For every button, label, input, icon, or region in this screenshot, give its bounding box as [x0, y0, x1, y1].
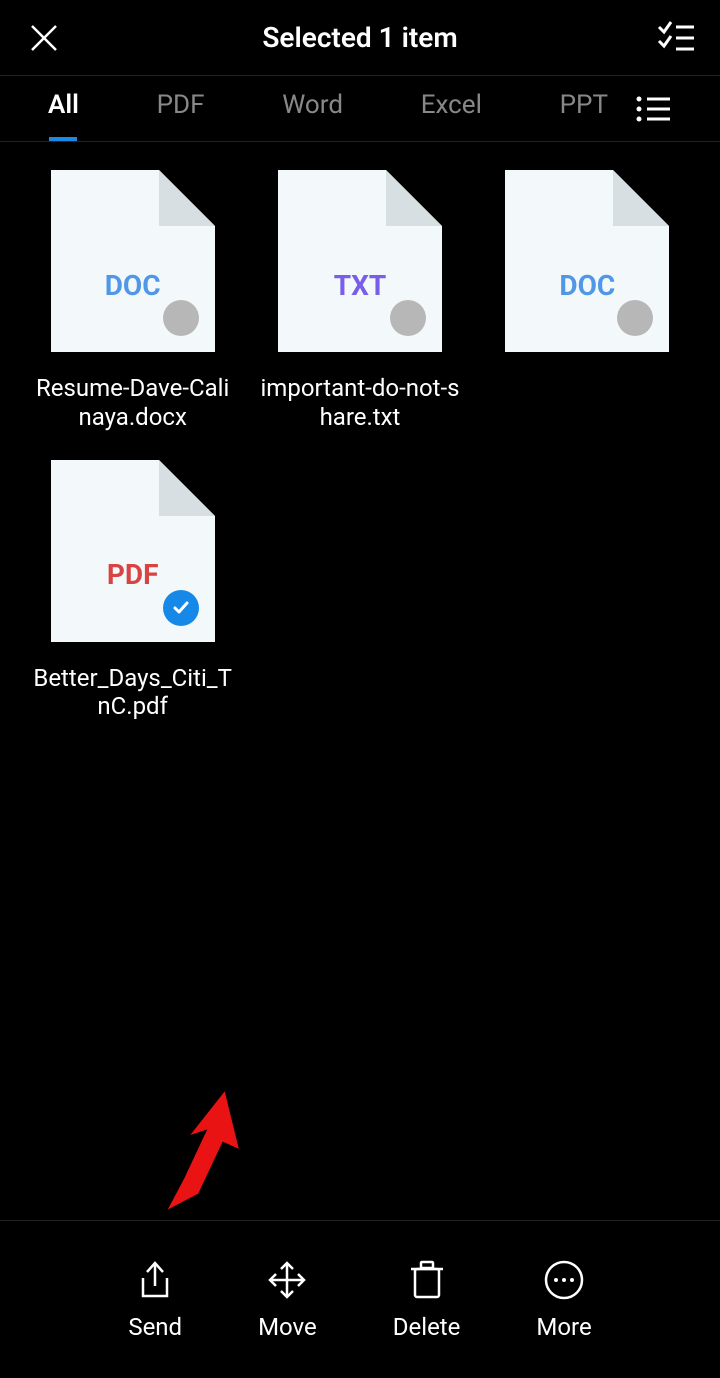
list-view-icon: [636, 95, 670, 123]
file-item[interactable]: DOC Resume-Dave-Calinaya.docx: [30, 170, 235, 432]
file-item[interactable]: TXT important-do-not-share.txt: [257, 170, 462, 432]
move-button[interactable]: Move: [258, 1259, 317, 1341]
file-corner-fold: [613, 170, 669, 226]
file-name: Resume-Dave-Calinaya.docx: [30, 374, 235, 432]
file-item[interactable]: PDF Better_Days_Citi_TnC.pdf: [30, 460, 235, 722]
selection-badge[interactable]: [390, 300, 426, 336]
checklist-icon: [656, 19, 696, 57]
tabs: All PDF Word Excel PPT: [0, 76, 720, 142]
annotation-arrow: [165, 1090, 255, 1234]
file-extension-label: TXT: [334, 269, 386, 302]
more-label: More: [536, 1313, 591, 1341]
selection-badge[interactable]: [617, 300, 653, 336]
file-corner-fold: [159, 170, 215, 226]
send-label: Send: [128, 1313, 182, 1341]
tab-ppt[interactable]: PPT: [560, 76, 608, 141]
file-item[interactable]: DOC: [485, 170, 690, 432]
file-extension-label: DOC: [559, 269, 615, 302]
tab-all[interactable]: All: [48, 76, 79, 141]
more-button[interactable]: More: [536, 1259, 591, 1341]
move-label: Move: [258, 1313, 317, 1341]
view-toggle-button[interactable]: [636, 92, 670, 126]
tab-excel[interactable]: Excel: [421, 76, 482, 141]
header: Selected 1 item: [0, 0, 720, 76]
file-extension-label: DOC: [105, 269, 161, 302]
more-icon: [543, 1259, 585, 1301]
file-name: important-do-not-share.txt: [257, 374, 462, 432]
file-thumbnail: DOC: [505, 170, 669, 352]
move-icon: [266, 1259, 308, 1301]
file-extension-label: PDF: [107, 558, 159, 591]
delete-button[interactable]: Delete: [393, 1259, 461, 1341]
tab-word[interactable]: Word: [282, 76, 343, 141]
selection-badge[interactable]: [163, 300, 199, 336]
selection-badge-selected[interactable]: [163, 590, 199, 626]
check-icon: [171, 598, 191, 618]
file-thumbnail: PDF: [51, 460, 215, 642]
file-thumbnail: DOC: [51, 170, 215, 352]
file-thumbnail: TXT: [278, 170, 442, 352]
send-button[interactable]: Send: [128, 1259, 182, 1341]
page-title: Selected 1 item: [262, 21, 457, 54]
tab-pdf[interactable]: PDF: [157, 76, 205, 141]
close-icon: [28, 22, 60, 54]
delete-label: Delete: [393, 1313, 461, 1341]
send-icon: [134, 1259, 176, 1301]
file-corner-fold: [159, 460, 215, 516]
delete-icon: [406, 1259, 448, 1301]
file-grid: DOC Resume-Dave-Calinaya.docx TXT import…: [0, 142, 720, 749]
bottom-action-bar: Send Move Delete: [0, 1220, 720, 1378]
file-name: Better_Days_Citi_TnC.pdf: [30, 664, 235, 722]
close-button[interactable]: [24, 18, 64, 58]
file-corner-fold: [386, 170, 442, 226]
select-all-button[interactable]: [656, 18, 696, 58]
